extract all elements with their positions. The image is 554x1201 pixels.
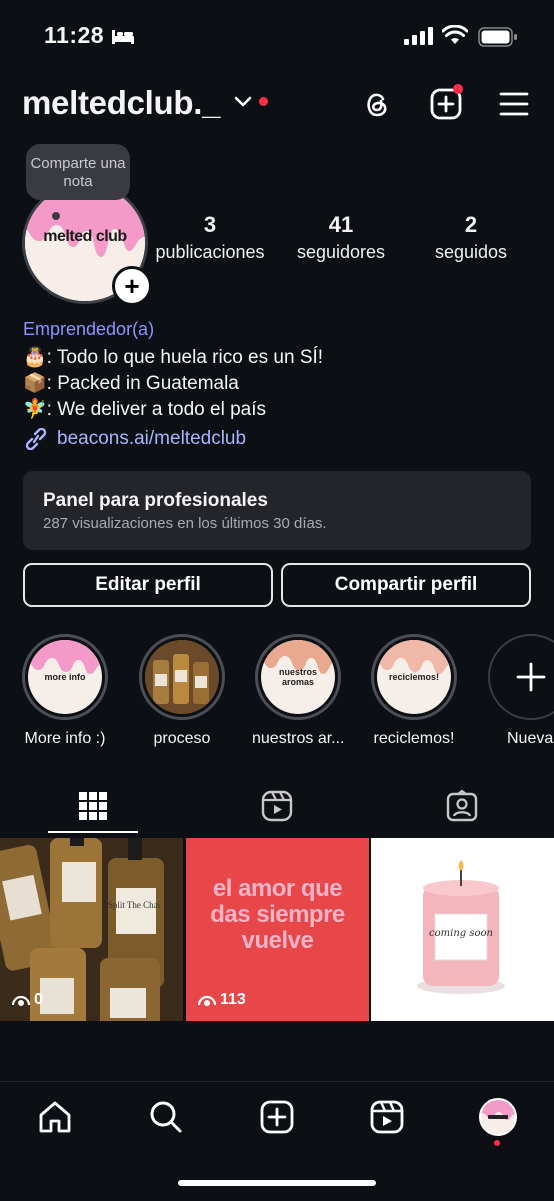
profile-notification-dot [494,1140,500,1146]
highlight-cover-text: more info [44,672,86,682]
tab-tagged[interactable] [439,783,485,829]
highlight-label: nuestros ar... [252,730,345,747]
link-icon [25,428,47,450]
battery-icon [478,27,517,47]
stat-posts-value: 3 [203,212,217,237]
highlight-nuestros-aromas[interactable]: nuestros aromas nuestros ar... [252,634,345,748]
post-quote-text: el amor que das siempre vuelve [210,875,345,954]
wifi-icon [442,25,468,44]
bio-line: 🎂: Todo lo que huela rico es un SÍ! [23,347,324,368]
profile-username[interactable]: meltedclub._ [22,84,220,122]
profile-avatar-small [479,1098,517,1136]
note-bubble-tail [52,212,60,220]
highlight-ring [488,634,554,720]
edit-profile-button[interactable]: Editar perfil [23,563,273,607]
profile-category: Emprendedor(a) [23,319,155,339]
active-tab-indicator [48,831,138,833]
highlight-label: More info :) [24,730,106,747]
svg-text:melted club: melted club [43,228,127,245]
highlight-cover: nuestros aromas [261,640,335,714]
highlight-label: Nueva [507,730,554,747]
menu-button[interactable] [494,84,534,124]
post-thumbnail[interactable]: Split The Chai 0 [0,838,183,1021]
highlight-cover: more info [28,640,102,714]
tagged-user-icon [446,790,478,822]
stat-followers[interactable]: 41 seguidores [282,212,400,263]
dashboard-title: Panel para profesionales [43,490,268,511]
highlight-ring: nuestros aromas [255,634,341,720]
views-icon [383,995,401,1006]
cellular-signal-icon [404,27,433,45]
stat-posts[interactable]: 3 publicaciones [150,212,270,263]
nav-home[interactable] [32,1094,78,1140]
threads-icon [367,93,387,117]
views-icon [12,995,30,1006]
search-icon [150,1101,182,1133]
highlight-ring [139,634,225,720]
highlight-cover-text: reciclemos! [388,672,440,682]
highlight-cover-text: nuestros aromas [278,667,317,687]
view-count-value: 100 [405,991,432,1008]
highlight-ring: reciclemos! [371,634,457,720]
view-count-value: 113 [220,991,246,1008]
highlight-ring: more info [22,634,108,720]
highlight-label: proceso [153,730,211,747]
tab-posts-grid[interactable] [70,783,116,829]
threads-button[interactable] [357,84,397,124]
share-note-bubble[interactable]: Comparte una nota [26,144,130,200]
chevron-down-icon[interactable] [234,96,252,108]
post-thumbnail[interactable]: coming soon 100 [371,838,554,1021]
highlight-label: reciclemos! [373,730,455,747]
highlight-cover [145,640,219,714]
plus-icon [516,662,546,692]
nav-reels[interactable] [364,1094,410,1140]
grid-icon [79,792,107,820]
bio-link[interactable]: beacons.ai/meltedclub [23,428,246,450]
view-count-value: 0 [34,991,43,1008]
svg-text:Split The Chai: Split The Chai [108,900,161,910]
views-icon [198,995,216,1006]
stat-followers-label: seguidores [296,242,386,262]
stat-following-label: seguidos [434,242,508,262]
stat-followers-value: 41 [328,212,354,237]
bio-link-text[interactable]: beacons.ai/meltedclub [57,428,246,450]
home-icon [39,1101,71,1133]
tab-reels[interactable] [254,783,300,829]
nav-profile[interactable] [475,1094,521,1140]
add-square-icon [260,1100,294,1134]
reels-icon [261,790,293,822]
reels-icon [370,1100,404,1134]
new-highlight-button[interactable]: Nueva [485,634,554,748]
nav-search[interactable] [143,1094,189,1140]
stat-posts-label: publicaciones [155,242,265,262]
svg-text:coming soon: coming soon [429,928,493,939]
post-thumbnail[interactable]: el amor que das siempre vuelve 113 [186,838,369,1021]
stat-following[interactable]: 2 seguidos [418,212,524,263]
view-count: 113 [198,991,246,1009]
create-notification-dot [453,84,463,94]
home-indicator [178,1180,376,1186]
view-count: 0 [12,991,43,1009]
add-story-button[interactable]: + [112,266,152,306]
bio-line: 🧚: We deliver a todo el país [23,399,266,420]
sleep-focus-icon [112,30,134,44]
highlight-reciclemos[interactable]: reciclemos! reciclemos! [368,634,460,748]
highlight-cover: reciclemos! [377,640,451,714]
account-notification-dot [259,97,268,106]
status-time: 11:28 [44,22,105,48]
highlight-proceso[interactable]: proceso [136,634,228,748]
share-profile-button[interactable]: Compartir perfil [281,563,531,607]
stat-following-value: 2 [464,212,478,237]
view-count: 100 [383,991,432,1009]
nav-create[interactable] [254,1094,300,1140]
hamburger-menu-icon [499,92,529,116]
highlight-more-info[interactable]: more info More info :) [19,634,111,748]
dashboard-subtitle: 287 visualizaciones en los últimos 30 dí… [43,515,327,532]
bio-line: 📦: Packed in Guatemala [23,373,239,394]
